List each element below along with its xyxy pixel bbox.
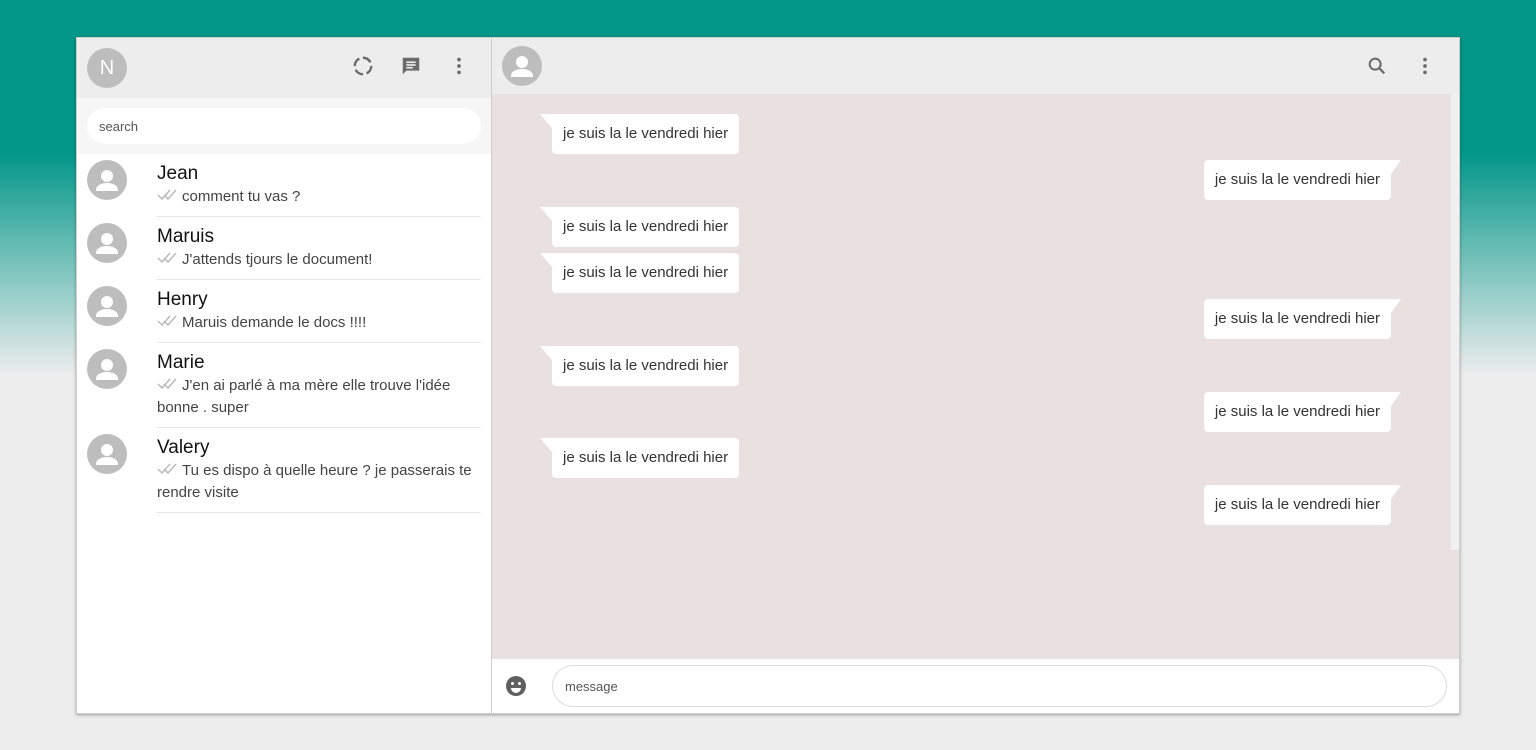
search-icon[interactable] xyxy=(1365,54,1389,78)
chat-contact-avatar-icon[interactable] xyxy=(502,46,542,86)
incoming-message: je suis la le vendredi hier xyxy=(539,114,740,154)
emoji-icon[interactable] xyxy=(504,674,528,698)
last-message-text: J'attends tjours le document! xyxy=(182,251,373,269)
outgoing-message: je suis la le vendredi hier xyxy=(1203,485,1402,525)
new-chat-icon[interactable] xyxy=(399,54,423,78)
contact-avatar-icon xyxy=(87,286,127,327)
outgoing-message: je suis la le vendredi hier xyxy=(1203,299,1402,339)
more-vert-icon[interactable] xyxy=(1413,54,1437,78)
double-check-icon xyxy=(157,460,179,482)
incoming-message: je suis la le vendredi hier xyxy=(539,207,740,247)
contact-avatar-icon xyxy=(87,349,127,390)
contact-last-message: Tu es dispo à quelle heure ? je passerai… xyxy=(157,460,481,504)
chat-panel: je suis la le vendredi hier je suis la l… xyxy=(492,38,1459,713)
contact-avatar-icon xyxy=(87,434,127,475)
contact-body: Henry Maruis demande le docs !!!! xyxy=(157,286,481,344)
contact-item[interactable]: Jean comment tu vas ? xyxy=(77,154,491,218)
last-message-text: J'en ai parlé à ma mère elle trouve l'id… xyxy=(157,377,451,417)
double-check-icon xyxy=(157,186,179,208)
incoming-message: je suis la le vendredi hier xyxy=(539,438,740,478)
more-vert-icon[interactable] xyxy=(447,54,471,78)
user-avatar[interactable]: N xyxy=(87,48,127,88)
status-icon[interactable] xyxy=(351,54,375,78)
incoming-message: je suis la le vendredi hier xyxy=(539,346,740,386)
sidebar-header-actions xyxy=(351,54,471,78)
contact-name: Jean xyxy=(157,163,199,184)
contact-body: Maruis J'attends tjours le document! xyxy=(157,223,481,281)
chat-app-window: N Jean xyxy=(76,37,1460,714)
contact-avatar-icon xyxy=(87,160,127,200)
chat-header-actions xyxy=(1365,54,1437,78)
contact-avatar-icon xyxy=(87,223,127,264)
outgoing-message: je suis la le vendredi hier xyxy=(1203,392,1402,432)
scrollbar[interactable] xyxy=(1451,94,1459,550)
contact-item[interactable]: Henry Maruis demande le docs !!!! xyxy=(77,280,491,344)
contact-last-message: J'en ai parlé à ma mère elle trouve l'id… xyxy=(157,375,481,419)
last-message-text: Tu es dispo à quelle heure ? je passerai… xyxy=(157,462,472,502)
message-area: je suis la le vendredi hier je suis la l… xyxy=(492,94,1459,659)
last-message-text: Maruis demande le docs !!!! xyxy=(182,314,367,332)
incoming-message: je suis la le vendredi hier xyxy=(539,253,740,293)
contact-last-message: J'attends tjours le document! xyxy=(157,249,481,271)
contact-name: Henry xyxy=(157,289,208,311)
contact-item[interactable]: Valery Tu es dispo à quelle heure ? je p… xyxy=(77,428,491,514)
sidebar: N Jean xyxy=(77,38,492,713)
last-message-text: comment tu vas ? xyxy=(182,188,301,205)
contact-name: Valery xyxy=(157,437,210,459)
contact-item[interactable]: Maruis J'attends tjours le document! xyxy=(77,217,491,281)
contact-name: Maruis xyxy=(157,226,215,248)
search-input[interactable] xyxy=(87,108,481,144)
contact-last-message: Maruis demande le docs !!!! xyxy=(157,312,481,334)
double-check-icon xyxy=(157,375,179,397)
search-bar xyxy=(77,98,491,154)
double-check-icon xyxy=(157,312,179,334)
double-check-icon xyxy=(157,249,179,271)
sidebar-header: N xyxy=(77,38,491,98)
message-composer xyxy=(492,659,1459,713)
contact-last-message: comment tu vas ? xyxy=(157,186,481,208)
contact-body: Valery Tu es dispo à quelle heure ? je p… xyxy=(157,434,481,514)
contact-item[interactable]: Marie J'en ai parlé à ma mère elle trouv… xyxy=(77,343,491,429)
message-input[interactable] xyxy=(552,665,1447,707)
contact-list: Jean comment tu vas ? Maruis J'attends t… xyxy=(77,154,491,713)
contact-name: Marie xyxy=(157,352,205,374)
contact-body: Jean comment tu vas ? xyxy=(157,160,481,218)
contact-body: Marie J'en ai parlé à ma mère elle trouv… xyxy=(157,349,481,429)
chat-header xyxy=(492,38,1459,94)
outgoing-message: je suis la le vendredi hier xyxy=(1203,160,1402,200)
